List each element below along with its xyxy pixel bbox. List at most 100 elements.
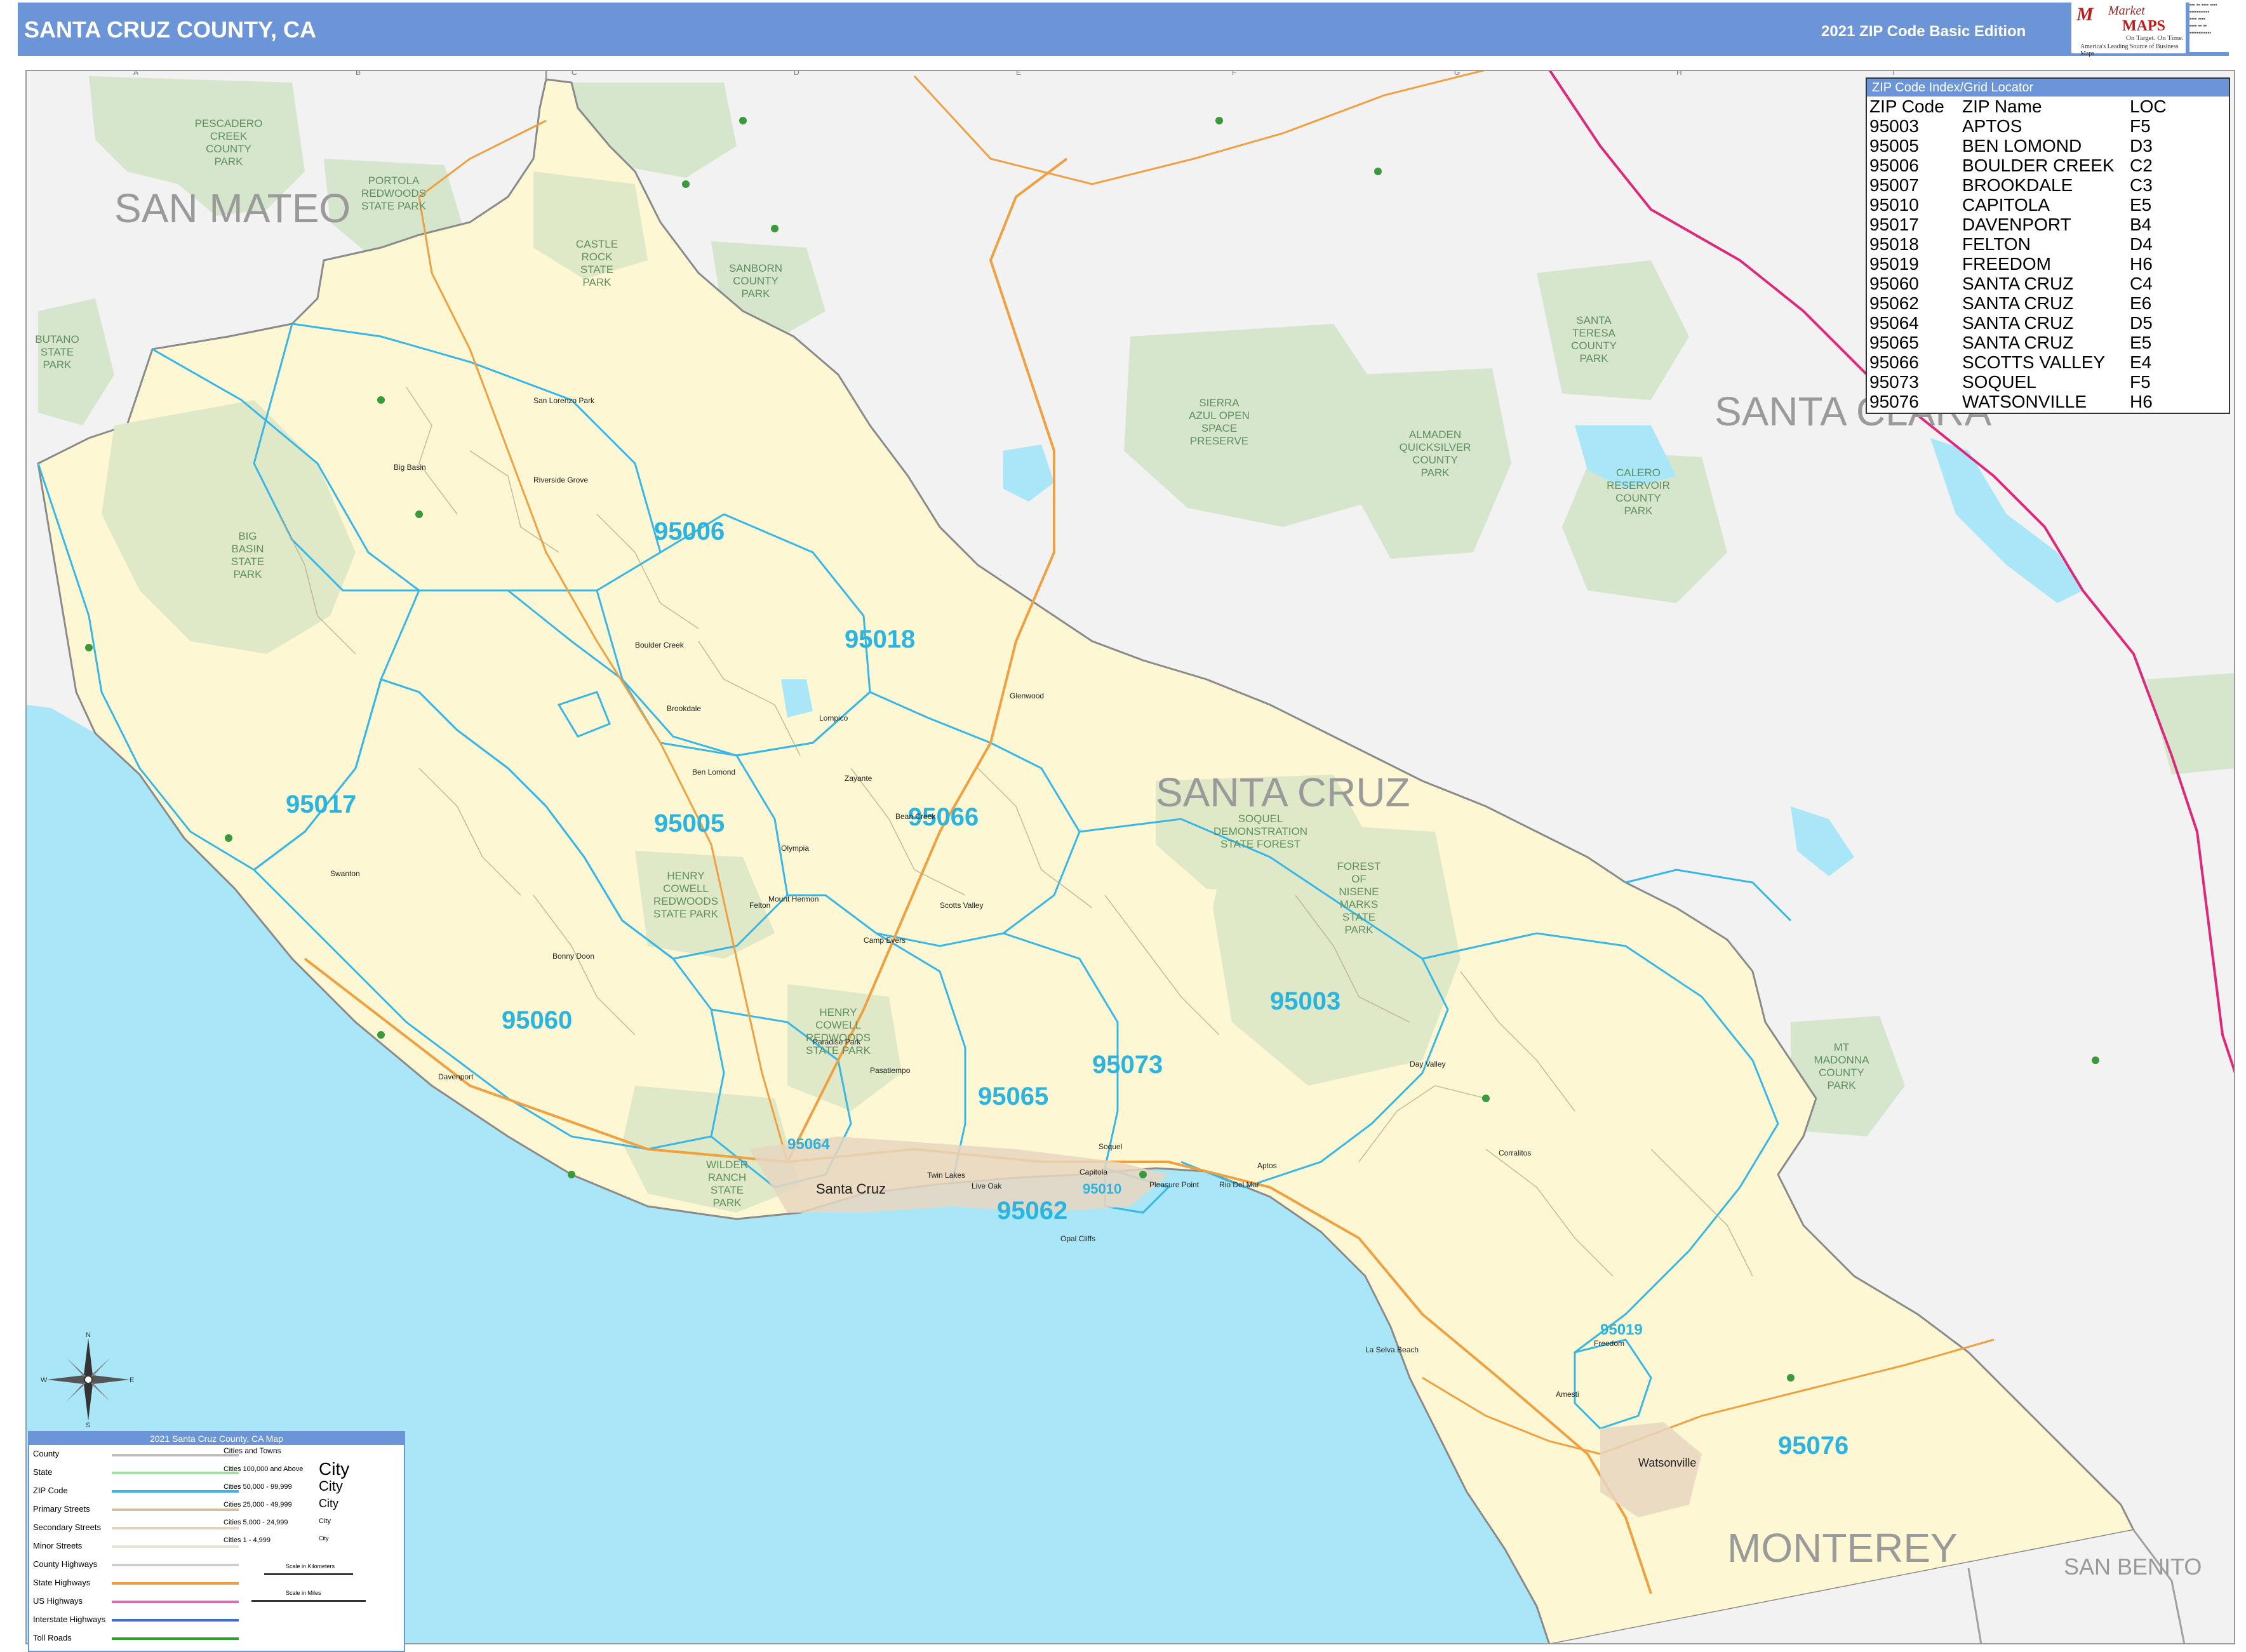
park-marker bbox=[682, 180, 690, 188]
map-title: SANTA CRUZ COUNTY, CA bbox=[24, 17, 316, 43]
legend-item: State bbox=[33, 1467, 53, 1477]
zip-name-cell: SOQUEL bbox=[1962, 372, 2036, 392]
zip-name-cell: BOULDER CREEK bbox=[1962, 156, 2115, 175]
city-label: Bonny Doon bbox=[552, 952, 594, 961]
legend-scale-km-label: Scale in Kilometers bbox=[286, 1563, 335, 1569]
zip-index-header-row: ZIP Code ZIP Name LOC bbox=[1869, 97, 2193, 116]
zip-loc-cell: C4 bbox=[2130, 274, 2153, 293]
city-label: Pasatiempo bbox=[870, 1066, 911, 1075]
table-row: 95066 SCOTTS VALLEY E4 bbox=[1869, 352, 2193, 372]
city-label: Riverside Grove bbox=[533, 476, 588, 484]
table-row: 95064 SANTA CRUZ D5 bbox=[1869, 313, 2193, 333]
map-legend-panel: 2021 Santa Cruz County, CA Map County St… bbox=[28, 1431, 405, 1652]
table-row: 95073 SOQUEL F5 bbox=[1869, 372, 2193, 392]
park-marker bbox=[225, 834, 232, 842]
compass-rose-icon: N S E W bbox=[41, 1332, 134, 1427]
zip-label-95065: 95065 bbox=[978, 1082, 1048, 1110]
table-row: 95007 BROOKDALE C3 bbox=[1869, 175, 2193, 195]
city-label-watsonville: Watsonville bbox=[1638, 1456, 1696, 1469]
table-row: 95076 WATSONVILLE H6 bbox=[1869, 392, 2193, 411]
county-label-san-mateo: SAN MATEO bbox=[114, 185, 351, 231]
table-row: 95017 DAVENPORT B4 bbox=[1869, 215, 2193, 234]
contact-line: ▪▪▪ ▪▪ ▪▪▪▪ ▪▪▪▪ bbox=[2189, 2, 2217, 8]
contact-line: ▪▪▪▪▪▪▪▪▪▪▪ bbox=[2189, 9, 2210, 15]
legend-item: Primary Streets bbox=[33, 1504, 90, 1514]
zip-code-cell: 95076 bbox=[1869, 392, 1919, 411]
contact-info-block: ▪▪▪ ▪▪ ▪▪▪▪ ▪▪▪▪ ▪▪▪▪▪▪▪▪▪▪▪ ▪▪▪▪ ▪▪▪▪ ▪… bbox=[2189, 1, 2230, 52]
zip-code-cell: 95066 bbox=[1869, 352, 1919, 372]
zip-loc-cell: C2 bbox=[2130, 156, 2153, 175]
park-marker bbox=[377, 1031, 385, 1039]
compass-point bbox=[88, 1375, 130, 1384]
zip-loc-cell: E4 bbox=[2130, 352, 2152, 372]
legend-city-class: Cities 1 - 4,999 bbox=[224, 1536, 271, 1544]
map-edition: 2021 ZIP Code Basic Edition bbox=[1821, 23, 2026, 40]
zip-code-cell: 95065 bbox=[1869, 333, 1919, 352]
zip-code-cell: 95062 bbox=[1869, 293, 1919, 313]
zip-name-cell: BEN LOMOND bbox=[1962, 136, 2082, 156]
zip-index-col-header: ZIP Code bbox=[1869, 97, 1944, 116]
zip-loc-cell: D4 bbox=[2130, 234, 2153, 254]
legend-item: County bbox=[33, 1449, 60, 1458]
zip-label-95062: 95062 bbox=[997, 1197, 1067, 1225]
zip-name-cell: CAPITOLA bbox=[1962, 195, 2050, 215]
logo-tagline1: On Target. On Time. bbox=[2126, 34, 2184, 42]
city-label: Day Valley bbox=[1410, 1060, 1445, 1069]
city-label: Opal Cliffs bbox=[1060, 1234, 1095, 1243]
legend-swatch bbox=[112, 1472, 239, 1474]
compass-w: W bbox=[41, 1376, 48, 1384]
zip-name-cell: WATSONVILLE bbox=[1962, 392, 2087, 411]
legend-item: Minor Streets bbox=[33, 1541, 83, 1550]
zip-name-cell: SCOTTS VALLEY bbox=[1962, 352, 2106, 372]
city-label: Olympia bbox=[781, 844, 809, 853]
city-label: Aptos bbox=[1257, 1161, 1277, 1170]
zip-code-cell: 95060 bbox=[1869, 274, 1919, 293]
city-label: Swanton bbox=[330, 869, 360, 878]
city-label: Rio Del Mar bbox=[1219, 1180, 1259, 1189]
zip-code-cell: 95006 bbox=[1869, 156, 1919, 175]
table-row: 95065 SANTA CRUZ E5 bbox=[1869, 333, 2193, 352]
park-marker bbox=[568, 1171, 575, 1178]
county-label-san-benito: SAN BENITO bbox=[2064, 1554, 2202, 1580]
legend-city-sample: City bbox=[319, 1497, 338, 1510]
zip-loc-cell: E6 bbox=[2130, 293, 2152, 313]
city-label: Freedom bbox=[1594, 1339, 1624, 1348]
zip-name-cell: DAVENPORT bbox=[1962, 215, 2071, 234]
zip-loc-cell: D3 bbox=[2130, 136, 2153, 156]
zip-code-cell: 95017 bbox=[1869, 215, 1919, 234]
city-label: San Lorenzo Park bbox=[533, 396, 595, 405]
zip-label-95073: 95073 bbox=[1092, 1051, 1163, 1079]
zip-label-95064: 95064 bbox=[787, 1136, 830, 1153]
legend-swatch bbox=[112, 1637, 239, 1640]
county-label-monterey: MONTEREY bbox=[1727, 1525, 1958, 1571]
city-label: Glenwood bbox=[1010, 691, 1044, 700]
city-label: Soquel bbox=[1099, 1142, 1122, 1151]
zip-name-cell: FREEDOM bbox=[1962, 254, 2051, 274]
zip-index-col-header: ZIP Name bbox=[1962, 97, 2042, 116]
legend-scale-mi-bar bbox=[251, 1600, 366, 1602]
compass-center bbox=[84, 1375, 93, 1384]
legend-item: ZIP Code bbox=[33, 1486, 68, 1495]
logo-tagline2: America's Leading Source of Business Map… bbox=[2080, 43, 2179, 57]
zip-loc-cell: E5 bbox=[2130, 333, 2152, 352]
city-label: Capitola bbox=[1080, 1168, 1107, 1176]
city-label: Pleasure Point bbox=[1149, 1180, 1200, 1189]
city-label: Davenport bbox=[438, 1072, 474, 1081]
logo-word2: MAPS bbox=[2122, 18, 2165, 34]
zip-code-cell: 95003 bbox=[1869, 116, 1919, 136]
city-label-santa-cruz: Santa Cruz bbox=[816, 1181, 886, 1197]
map-header-bar: SANTA CRUZ COUNTY, CA 2021 ZIP Code Basi… bbox=[18, 3, 2229, 56]
table-row: 95006 BOULDER CREEK C2 bbox=[1869, 156, 2193, 175]
zip-label-95018: 95018 bbox=[845, 625, 915, 653]
legend-swatch bbox=[112, 1582, 239, 1585]
zip-name-cell: BROOKDALE bbox=[1962, 175, 2073, 195]
compass-e: E bbox=[130, 1376, 134, 1384]
legend-city-class: Cities 25,000 - 49,999 bbox=[224, 1501, 292, 1509]
legend-scale-km-bar bbox=[264, 1573, 353, 1575]
zip-loc-cell: C3 bbox=[2130, 175, 2153, 195]
zip-code-cell: 95019 bbox=[1869, 254, 1919, 274]
compass-n: N bbox=[86, 1332, 91, 1339]
zip-index-header: ZIP Code Index/Grid Locator bbox=[1867, 79, 2229, 97]
legend-item: Interstate Highways bbox=[33, 1615, 106, 1624]
legend-swatch bbox=[112, 1454, 239, 1456]
